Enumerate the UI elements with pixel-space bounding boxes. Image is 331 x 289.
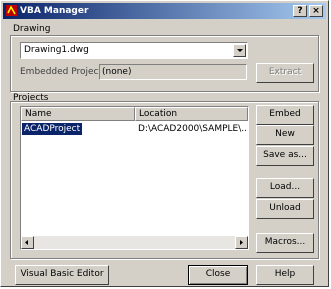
drawing-group-label: Drawing <box>13 24 51 34</box>
column-header-name[interactable]: Name <box>21 107 135 121</box>
macros-button[interactable]: Macros... <box>256 233 314 253</box>
help-icon[interactable]: ? <box>293 5 307 17</box>
drawing-select-value: Drawing1.dwg <box>24 45 89 55</box>
help-button[interactable]: Help <box>256 265 314 285</box>
new-button[interactable]: New <box>256 125 314 145</box>
drawing-select[interactable]: Drawing1.dwg <box>20 42 248 59</box>
dropdown-arrow-icon[interactable] <box>233 44 246 57</box>
close-icon[interactable]: × <box>309 5 323 17</box>
extract-button[interactable]: Extract <box>256 63 314 83</box>
embedded-project-field: (none) <box>99 64 247 80</box>
scroll-left-icon[interactable] <box>21 236 34 249</box>
embed-button[interactable]: Embed <box>256 105 314 125</box>
window-title: VBA Manager <box>20 6 89 16</box>
visual-basic-editor-button[interactable]: Visual Basic Editor <box>15 265 109 285</box>
embedded-project-label: Embedded Project: <box>20 67 106 77</box>
project-name-cell[interactable]: ACADProject <box>22 123 83 135</box>
app-icon <box>6 5 17 16</box>
project-location-cell: D:\ACAD2000\SAMPLE\... <box>138 124 248 134</box>
close-button[interactable]: Close <box>188 265 248 285</box>
unload-button[interactable]: Unload <box>256 199 314 219</box>
table-row[interactable]: ACADProject D:\ACAD2000\SAMPLE\... <box>21 123 248 135</box>
column-header-location[interactable]: Location <box>135 107 248 121</box>
scroll-right-icon[interactable] <box>235 236 248 249</box>
horizontal-scrollbar[interactable] <box>21 236 248 249</box>
vba-manager-window: VBA Manager ? × Drawing Drawing1.dwg Emb… <box>0 0 329 287</box>
title-bar[interactable]: VBA Manager ? × <box>3 3 326 19</box>
load-button[interactable]: Load... <box>256 178 314 198</box>
projects-list[interactable]: Name Location ACADProject D:\ACAD2000\SA… <box>20 106 249 250</box>
save-as-button[interactable]: Save as... <box>256 146 314 166</box>
embedded-project-value: (none) <box>102 67 132 77</box>
